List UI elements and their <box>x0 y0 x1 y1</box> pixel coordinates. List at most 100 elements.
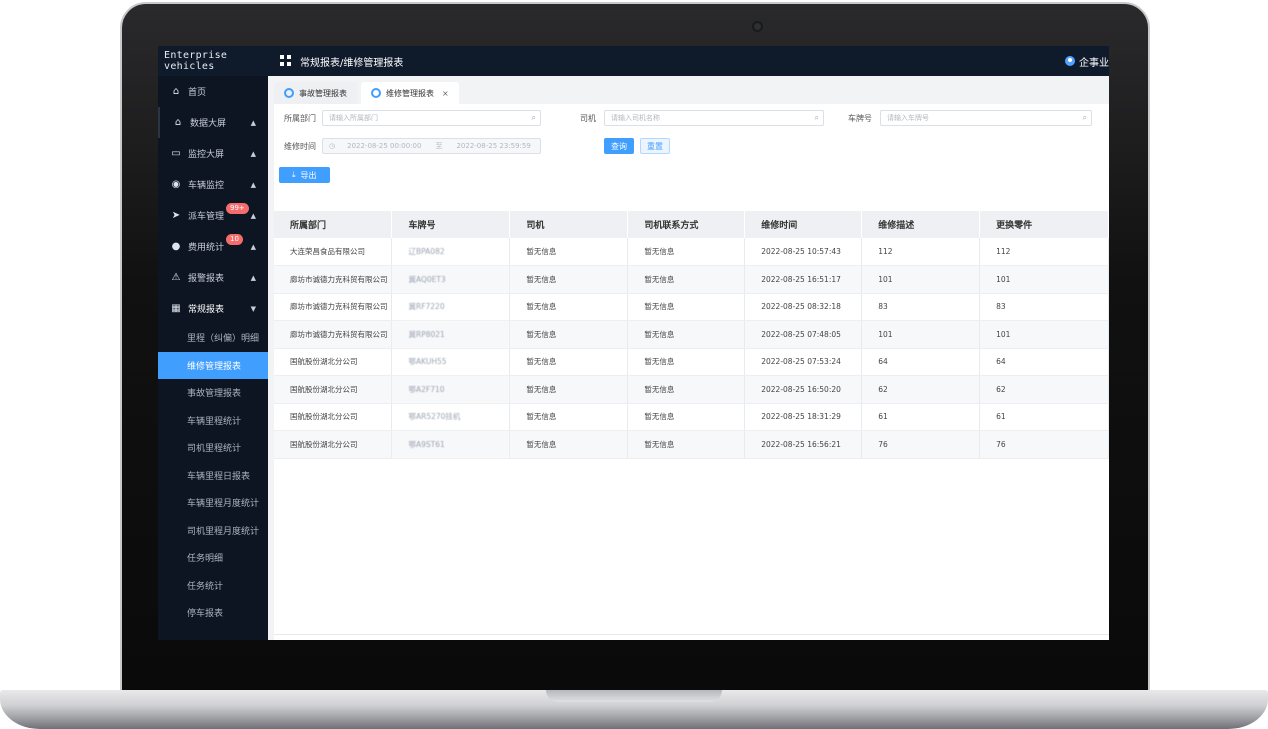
cell-dept: 廊坊市诚德力克科贸有限公司 <box>274 320 393 349</box>
sidebar-item-home[interactable]: ⌂ 首页 <box>158 76 268 107</box>
sidebar-item-data-screen[interactable]: ⌂ 数据大屏 ▲ <box>158 107 268 138</box>
cell-description: 101 <box>861 265 981 294</box>
cell-driver-phone: 暂无信息 <box>627 238 746 266</box>
sidebar-sub-vehicle-daily[interactable]: 车辆里程日报表 <box>158 462 268 490</box>
sidebar-item-expense[interactable]: ● 费用统计 10 ▲ <box>158 231 268 262</box>
sidebar-item-regular-report[interactable]: ▦ 常规报表 ▼ <box>158 293 268 324</box>
table-row[interactable]: 国航股份湖北分公司 鄂AR5270挂机 暂无信息 暂无信息 2022-08-25… <box>274 403 1109 431</box>
table-row[interactable]: 廊坊市诚德力克科贸有限公司 冀RF7220 暂无信息 暂无信息 2022-08-… <box>274 293 1109 321</box>
table-row[interactable]: 廊坊市诚德力克科贸有限公司 冀AQ0ET3 暂无信息 暂无信息 2022-08-… <box>274 265 1109 294</box>
sidebar-item-vehicle-monitor[interactable]: ◉ 车辆监控 ▲ <box>158 169 268 200</box>
table-row[interactable]: 国航股份湖北分公司 鄂A2F710 暂无信息 暂无信息 2022-08-25 1… <box>274 375 1109 404</box>
driver-input[interactable]: 请输入司机名称 ⌕ <box>604 110 824 126</box>
menu-toggle-icon[interactable] <box>280 55 292 67</box>
sidebar-sub-driver-monthly[interactable]: 司机里程月度统计 <box>158 517 268 545</box>
sidebar-sub-driver-mileage[interactable]: 司机里程统计 <box>158 434 268 462</box>
table-row[interactable]: 廊坊市诚德力克科贸有限公司 冀RP8021 暂无信息 暂无信息 2022-08-… <box>274 320 1109 349</box>
cell-driver: 暂无信息 <box>509 430 629 459</box>
cell-parts: 61 <box>979 403 1109 431</box>
top-bar: Enterprise vehicles 常规报表/维修管理报表 企事业 <box>158 46 1109 76</box>
sidebar-sub-task-stats[interactable]: 任务统计 <box>158 572 268 600</box>
time-range-picker[interactable]: ◷ 2022-08-25 00:00:00 至 2022-08-25 23:59… <box>322 138 541 154</box>
sidebar-sub-parking-report[interactable]: 停车报表 <box>158 599 268 627</box>
table-row[interactable]: 大连荣昌食品有限公司 辽BPA082 暂无信息 暂无信息 2022-08-25 … <box>274 238 1109 266</box>
send-icon: ➤ <box>171 210 181 221</box>
chevron-up-icon: ▲ <box>250 149 256 158</box>
clock-icon: ◷ <box>329 142 336 150</box>
tab-label: 事故管理报表 <box>299 88 347 98</box>
sidebar-sub-vehicle-monthly[interactable]: 车辆里程月度统计 <box>158 489 268 517</box>
app-screen: Enterprise vehicles 常规报表/维修管理报表 企事业 ⌂ 首页… <box>158 46 1109 640</box>
cell-driver: 暂无信息 <box>509 375 629 404</box>
col-header-driver-phone[interactable]: 司机联系方式 <box>627 211 746 238</box>
cell-driver: 暂无信息 <box>509 403 629 431</box>
report-panel: 所属部门 请输入所属部门 ⌕ 司机 请输入司机名称 ⌕ 车牌号 请输入车牌号 ⌕ <box>274 104 1109 640</box>
query-button[interactable]: 查询 <box>604 138 634 154</box>
chevron-up-icon: ▲ <box>250 180 256 189</box>
col-header-parts[interactable]: 更换零件 <box>979 211 1109 238</box>
sidebar: ⌂ 首页 ⌂ 数据大屏 ▲ ▭ 监控大屏 ▲ ◉ 车辆监控 ▲ ➤ 派车管理 9… <box>158 76 268 640</box>
cell-time: 2022-08-25 16:50:20 <box>744 375 863 404</box>
cell-plate: 冀RF7220 <box>391 293 511 321</box>
cell-description: 83 <box>861 293 981 321</box>
cell-parts: 112 <box>979 238 1109 266</box>
dept-input[interactable]: 请输入所属部门 ⌕ <box>322 110 541 126</box>
table-row[interactable]: 国航股份湖北分公司 鄂A9ST61 暂无信息 暂无信息 2022-08-25 1… <box>274 430 1109 459</box>
sidebar-sub-maintenance-report[interactable]: 维修管理报表 <box>158 351 268 379</box>
cell-plate: 鄂A2F710 <box>391 375 511 404</box>
sidebar-item-dispatch[interactable]: ➤ 派车管理 99+ ▲ <box>158 200 268 231</box>
home-icon: ⌂ <box>172 86 180 97</box>
tab-accident-report[interactable]: 事故管理报表 <box>274 82 357 104</box>
cell-parts: 101 <box>979 265 1109 294</box>
tab-globe-icon <box>371 88 381 98</box>
col-header-time[interactable]: 维修时间 <box>744 211 863 238</box>
sidebar-item-label: 监控大屏 <box>188 150 225 160</box>
filter-dept: 所属部门 请输入所属部门 ⌕ <box>284 110 541 126</box>
tab-bar: 事故管理报表 维修管理报表 × <box>268 76 1109 104</box>
close-icon[interactable]: × <box>442 89 449 98</box>
cell-time: 2022-08-25 16:56:21 <box>744 430 863 459</box>
sidebar-item-label: 数据大屏 <box>190 119 227 129</box>
plate-input[interactable]: 请输入车牌号 ⌕ <box>880 110 1092 126</box>
sidebar-item-alarm-report[interactable]: ⚠ 报警报表 ▲ <box>158 262 268 293</box>
filter-plate: 车牌号 请输入车牌号 ⌕ <box>848 110 1092 126</box>
sidebar-sub-vehicle-mileage[interactable]: 车辆里程统计 <box>158 407 268 435</box>
cell-description: 112 <box>861 238 981 266</box>
user-menu[interactable]: 企事业 <box>1065 46 1109 76</box>
sidebar-item-monitor-screen[interactable]: ▭ 监控大屏 ▲ <box>158 138 268 169</box>
download-icon: ⤓ <box>292 170 296 179</box>
cell-driver: 暂无信息 <box>509 265 629 294</box>
sidebar-item-label: 费用统计 <box>188 243 225 253</box>
reset-button[interactable]: 重置 <box>640 138 670 154</box>
cell-description: 101 <box>861 320 981 349</box>
table-row[interactable]: 国航股份湖北分公司 鄂AKUH55 暂无信息 暂无信息 2022-08-25 0… <box>274 348 1109 376</box>
sidebar-item-label: 报警报表 <box>188 274 225 284</box>
tab-label: 维修管理报表 <box>386 88 434 98</box>
sidebar-sub-accident-report[interactable]: 事故管理报表 <box>158 379 268 407</box>
cell-parts: 76 <box>979 430 1109 459</box>
export-button[interactable]: ⤓ 导出 <box>279 167 330 183</box>
cell-driver-phone: 暂无信息 <box>627 320 746 349</box>
chevron-up-icon: ▲ <box>250 211 256 220</box>
col-header-driver[interactable]: 司机 <box>509 211 629 238</box>
cell-plate: 鄂AR5270挂机 <box>391 403 511 431</box>
cell-driver: 暂无信息 <box>509 348 629 376</box>
filter-time: 维修时间 ◷ 2022-08-25 00:00:00 至 2022-08-25 … <box>284 138 541 154</box>
cell-time: 2022-08-25 16:51:17 <box>744 265 863 294</box>
location-pin-icon: ◉ <box>171 179 181 190</box>
sidebar-sub-task-detail[interactable]: 任务明细 <box>158 544 268 572</box>
filter-actions: 查询 重置 <box>604 138 670 154</box>
tab-maintenance-report[interactable]: 维修管理报表 × <box>361 82 459 104</box>
cell-driver: 暂无信息 <box>509 238 629 266</box>
notification-badge: 10 <box>226 234 243 245</box>
cell-dept: 廊坊市诚德力克科贸有限公司 <box>274 265 393 294</box>
main-content: 事故管理报表 维修管理报表 × 所属部门 请输入所属部门 ⌕ 司机 请输入司机名… <box>268 76 1109 640</box>
cell-plate: 辽BPA082 <box>391 238 511 266</box>
sidebar-item-label: 车辆监控 <box>188 181 225 191</box>
sidebar-sub-mileage-detail[interactable]: 里程（纠偏）明细 <box>158 324 268 352</box>
col-header-dept[interactable]: 所属部门 <box>274 211 393 238</box>
col-header-description[interactable]: 维修描述 <box>861 211 981 238</box>
cell-parts: 83 <box>979 293 1109 321</box>
cell-time: 2022-08-25 07:48:05 <box>744 320 863 349</box>
col-header-plate[interactable]: 车牌号 <box>391 211 511 238</box>
